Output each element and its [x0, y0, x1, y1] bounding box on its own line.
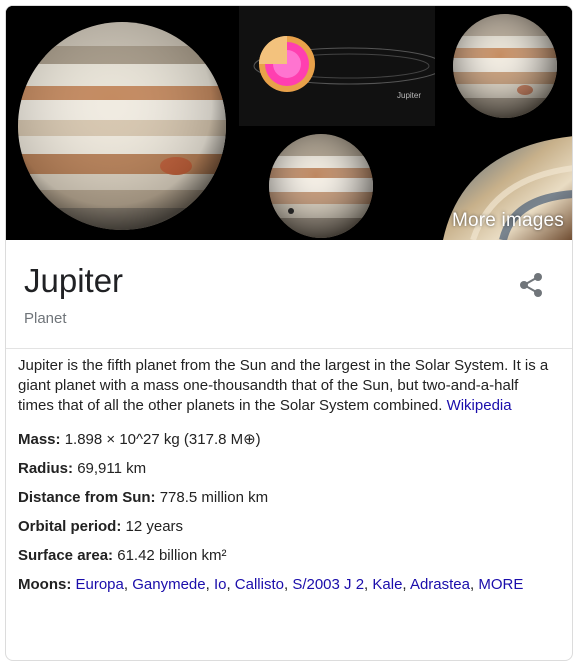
- moon-link[interactable]: Europa: [76, 576, 124, 593]
- fact-value: 12 years: [125, 518, 184, 535]
- share-icon: [520, 273, 542, 297]
- moon-link[interactable]: Ganymede: [132, 576, 205, 593]
- share-button[interactable]: [518, 270, 544, 300]
- thumb3-caption: Jupiter: [397, 91, 421, 100]
- image-tile-interior[interactable]: Jupiter: [239, 6, 435, 126]
- fact-value: 69,911 km: [77, 460, 147, 477]
- fact-label: Moons:: [18, 576, 72, 593]
- moon-link[interactable]: Callisto: [235, 576, 284, 593]
- fact-label: Surface area:: [18, 547, 114, 564]
- more-moons-link[interactable]: MORE: [478, 576, 523, 593]
- panel-header: Jupiter Planet: [6, 240, 572, 349]
- description-section: Jupiter is the fifth planet from the Sun…: [18, 356, 556, 604]
- fact-orbital-period: Orbital period: 12 years: [18, 517, 556, 537]
- entity-type: Planet: [24, 310, 67, 327]
- moon-link[interactable]: Adrastea: [410, 576, 470, 593]
- moon-link[interactable]: Io: [214, 576, 227, 593]
- fact-radius: Radius: 69,911 km: [18, 459, 556, 479]
- image-tile-jupiter-2[interactable]: [437, 6, 572, 126]
- fact-label: Radius:: [18, 460, 74, 477]
- image-gallery: Jupiter More images: [6, 6, 572, 240]
- wikipedia-link[interactable]: Wikipedia: [447, 397, 512, 414]
- fact-mass: Mass: 1.898 × 10^27 kg (317.8 M⊕): [18, 430, 556, 450]
- fact-value: 1.898 × 10^27 kg (317.8 M⊕): [64, 431, 261, 448]
- fact-label: Mass:: [18, 431, 61, 448]
- fact-value: 61.42 billion km²: [117, 547, 227, 564]
- image-tile-main[interactable]: [6, 6, 237, 240]
- fact-surface-area: Surface area: 61.42 billion km²: [18, 546, 556, 566]
- description: Jupiter is the fifth planet from the Sun…: [18, 356, 556, 416]
- fact-label: Distance from Sun:: [18, 489, 156, 506]
- facts-list: Mass: 1.898 × 10^27 kg (317.8 M⊕) Radius…: [18, 430, 556, 595]
- fact-distance-from-sun: Distance from Sun: 778.5 million km: [18, 488, 556, 508]
- fact-label: Orbital period:: [18, 518, 122, 535]
- image-tile-juno[interactable]: More images: [403, 128, 572, 240]
- image-tile-jupiter-3[interactable]: [239, 128, 401, 240]
- page-title: Jupiter: [24, 262, 124, 299]
- moon-link[interactable]: S/2003 J 2: [292, 576, 364, 593]
- moon-link[interactable]: Kale: [372, 576, 402, 593]
- fact-value: 778.5 million km: [159, 489, 269, 506]
- fact-moons: Moons: Europa, Ganymede, Io, Callisto, S…: [18, 576, 524, 593]
- more-images-link[interactable]: More images: [452, 210, 564, 232]
